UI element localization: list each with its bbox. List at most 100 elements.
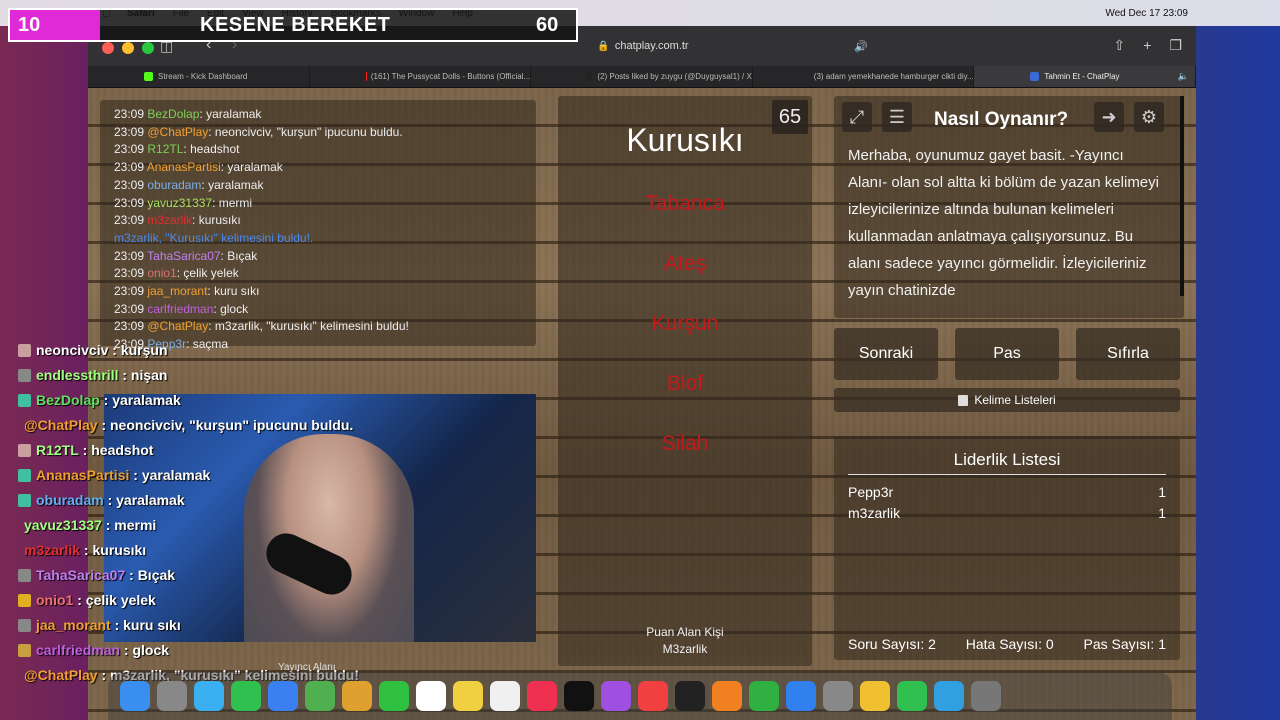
podcasts-icon[interactable] — [601, 681, 631, 711]
chat-username[interactable]: AnanasPartisi — [147, 160, 221, 174]
browser-tab[interactable]: Tahmin Et - ChatPlay 🔈 — [974, 66, 1196, 87]
user-badge-icon — [18, 593, 31, 607]
chat-username[interactable]: carlfriedman — [147, 302, 213, 316]
chat-message: 23:09 m3zarlik: kurusıkı — [114, 212, 536, 230]
forbidden-word: Ateş — [663, 252, 707, 275]
stream-chat-text: : nişan — [118, 367, 168, 383]
chat-username[interactable]: @ChatPlay — [147, 125, 208, 139]
chat-text: : glock — [213, 301, 249, 316]
new-tab-icon[interactable]: + — [1143, 37, 1151, 54]
user-badge-icon — [18, 343, 31, 357]
menubar-clock[interactable]: Wed Dec 17 23:09 — [1105, 8, 1188, 19]
rules-scrollbar[interactable] — [1180, 96, 1184, 296]
launchpad-icon[interactable] — [157, 681, 187, 711]
chat-username[interactable]: m3zarlik — [147, 213, 192, 227]
chat-text: : çelik yelek — [176, 266, 239, 281]
stream-chat-message: jaa_morant : kuru sıkı — [18, 614, 181, 636]
chat-time: 23:09 — [114, 160, 145, 175]
chat-message: 23:09 AnanasPartisi: yaralamak — [114, 159, 536, 177]
chat-message: 23:09 BezDolap: yaralamak — [114, 106, 536, 124]
user-badge-icon — [18, 618, 31, 632]
chat-username[interactable]: R12TL — [147, 142, 183, 156]
chat-message: 23:09 oburadam: yaralamak — [114, 177, 536, 195]
tv-icon[interactable] — [564, 681, 594, 711]
safari-icon[interactable] — [194, 681, 224, 711]
chat-message: 23:09 TahaSarica07: Bıçak — [114, 248, 536, 266]
telegram-icon[interactable] — [934, 681, 964, 711]
facetime-icon[interactable] — [379, 681, 409, 711]
stocks-icon[interactable] — [675, 681, 705, 711]
how-to-play-panel: ⤢ ☰ Nasıl Oynanır? ➜ ⚙ Merhaba, oyunumuz… — [834, 96, 1184, 318]
news-icon[interactable] — [638, 681, 668, 711]
chat-text: : kurusıkı — [192, 213, 241, 228]
pages-icon[interactable] — [712, 681, 742, 711]
chat-username[interactable]: jaa_morant — [147, 284, 207, 298]
stream-chat-message: R12TL : headshot — [18, 439, 153, 461]
stream-chat-text: : mermi — [101, 517, 157, 533]
appstore-icon[interactable] — [786, 681, 816, 711]
stream-chat-username: @ChatPlay — [24, 667, 98, 683]
chat-username[interactable]: oburadam — [147, 178, 201, 192]
next-button[interactable]: Sonraki — [834, 328, 938, 380]
browser-tab[interactable]: (3) adam yemekhanede hamburger cikti diy… — [753, 66, 975, 87]
notes-icon[interactable] — [453, 681, 483, 711]
stream-chat-username: AnanasPartisi — [36, 467, 130, 483]
leaderboard-panel: Liderlik Listesi Pepp3r 1 m3zarlik 1 Sor… — [834, 436, 1180, 660]
maps-icon[interactable] — [305, 681, 335, 711]
reset-button[interactable]: Sıfırla — [1076, 328, 1180, 380]
stream-chat-text: : Bıçak — [125, 567, 176, 583]
chrome-icon[interactable] — [860, 681, 890, 711]
tab-overview-icon[interactable]: ❐ — [1169, 37, 1182, 54]
chat-username[interactable]: yavuz31337 — [147, 196, 212, 210]
word-lists-button[interactable]: Kelime Listeleri — [834, 388, 1180, 412]
gear-icon[interactable]: ⚙ — [1134, 102, 1164, 132]
chat-username[interactable]: onio1 — [147, 266, 176, 280]
audio-playing-icon[interactable]: 🔊 — [854, 40, 868, 53]
mail-icon[interactable] — [268, 681, 298, 711]
tab-speaker-icon[interactable]: 🔈 — [1178, 71, 1189, 82]
chat-username[interactable]: BezDolap — [147, 107, 199, 121]
share-icon[interactable]: ⇧ — [1114, 37, 1126, 54]
browser-tab[interactable]: (2) Posts liked by zuygu (@Duyguysal1) /… — [531, 66, 753, 87]
error-count: Hata Sayısı: 0 — [965, 636, 1054, 652]
chat-text: : Bıçak — [220, 248, 258, 263]
chat-text: : yaralamak — [220, 160, 283, 175]
music-icon[interactable] — [527, 681, 557, 711]
calendar-icon[interactable] — [416, 681, 446, 711]
settings-icon[interactable] — [823, 681, 853, 711]
whatsapp-icon[interactable] — [897, 681, 927, 711]
user-badge-icon — [18, 468, 31, 482]
browser-tab[interactable]: (161) The Pussycat Dolls - Buttons (Offi… — [310, 66, 532, 87]
chat-username[interactable]: TahaSarica07 — [147, 249, 220, 263]
forbidden-word: Blof — [666, 372, 704, 395]
stream-chat-text: : neoncivciv, "kurşun" ipucunu buldu. — [97, 417, 354, 433]
trash-icon[interactable] — [971, 681, 1001, 711]
photos-icon[interactable] — [342, 681, 372, 711]
minimize-window-button[interactable] — [122, 42, 134, 54]
stream-chat-message: m3zarlik : kurusıkı — [18, 539, 146, 561]
chat-text: : mermi — [212, 195, 253, 210]
tab-label: (3) adam yemekhanede hamburger cikti diy… — [813, 72, 974, 81]
reminders-icon[interactable] — [490, 681, 520, 711]
chat-time: 23:09 — [114, 266, 145, 281]
finder-icon[interactable] — [120, 681, 150, 711]
word-lists-label: Kelime Listeleri — [974, 393, 1056, 407]
numbers-icon[interactable] — [749, 681, 779, 711]
stream-chat-message: TahaSarica07 : Bıçak — [18, 564, 175, 586]
messages-icon[interactable] — [231, 681, 261, 711]
zoom-window-button[interactable] — [142, 42, 154, 54]
stream-chat-username: TahaSarica07 — [36, 567, 126, 583]
chat-text: : yaralamak — [201, 177, 264, 192]
fullscreen-icon[interactable]: ⤢ — [842, 102, 872, 132]
lock-icon: 🔒 — [597, 40, 610, 52]
logout-icon[interactable]: ➜ — [1094, 102, 1124, 132]
browser-tab[interactable]: Stream - Kick Dashboard — [88, 66, 310, 87]
stream-chat-text: : yaralamak — [129, 467, 211, 483]
close-window-button[interactable] — [102, 42, 114, 54]
chat-text: : yaralamak — [199, 107, 262, 121]
notes-icon[interactable]: ☰ — [882, 102, 912, 132]
stream-chat-username: @ChatPlay — [24, 417, 98, 433]
pass-button[interactable]: Pas — [955, 328, 1059, 380]
user-badge-icon — [18, 568, 31, 582]
scorer-info: Puan Alan Kişi M3zarlik — [558, 624, 812, 658]
